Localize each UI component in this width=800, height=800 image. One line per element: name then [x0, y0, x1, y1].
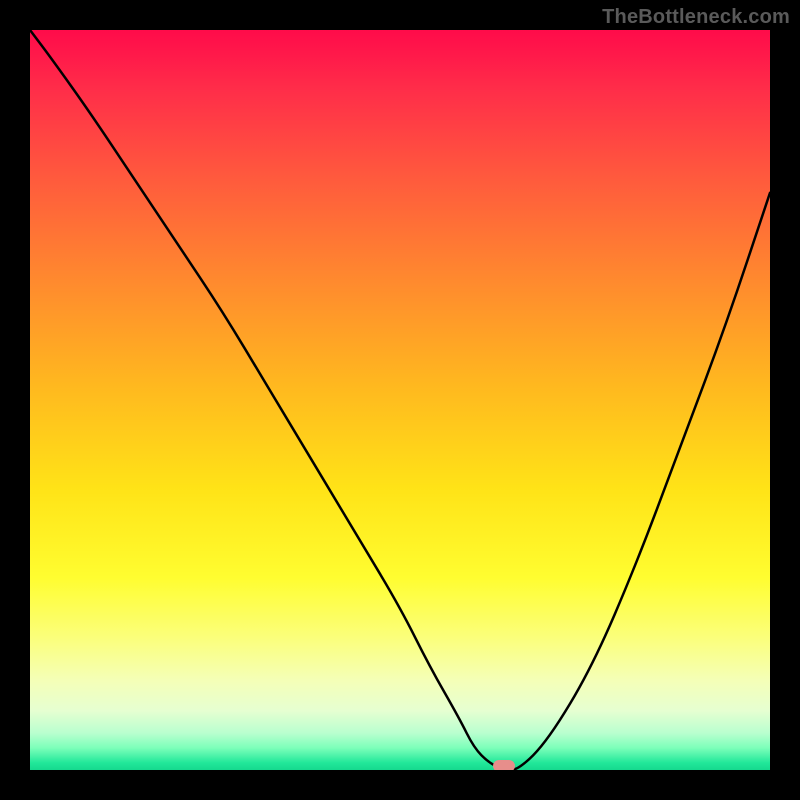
- watermark-text: TheBottleneck.com: [602, 6, 790, 29]
- chart-frame: TheBottleneck.com: [0, 0, 800, 800]
- plot-area: [30, 30, 770, 770]
- bottleneck-curve: [30, 30, 770, 770]
- optimal-point-marker: [493, 760, 515, 770]
